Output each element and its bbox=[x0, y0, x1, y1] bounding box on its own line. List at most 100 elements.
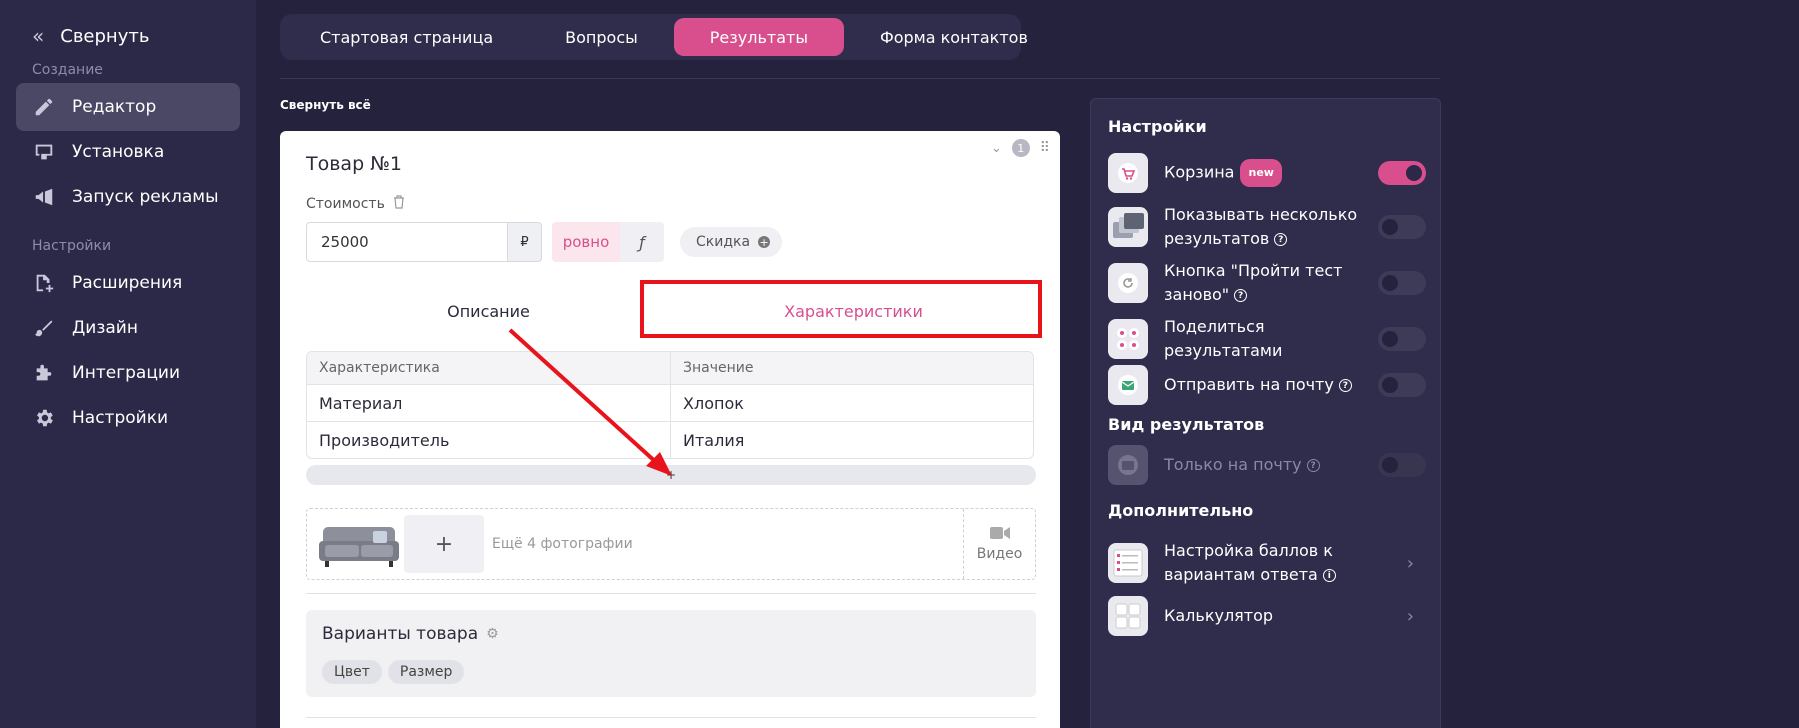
tab-questions[interactable]: Вопросы bbox=[529, 18, 674, 56]
table-cell[interactable]: Хлопок bbox=[670, 385, 1033, 421]
setting-restart-button: Кнопка "Пройти тест заново"? bbox=[1108, 253, 1426, 313]
sidebar-item-design[interactable]: Дизайн bbox=[16, 304, 240, 352]
setting-email-only: Только на почту? bbox=[1108, 445, 1426, 485]
drag-handle-icon[interactable]: ⠿ bbox=[1040, 140, 1050, 156]
calculator-icon bbox=[1108, 596, 1148, 636]
product-photo-thumbnail[interactable] bbox=[319, 515, 399, 573]
divider bbox=[306, 593, 1036, 594]
help-icon[interactable]: ? bbox=[1338, 379, 1352, 392]
help-icon[interactable]: ? bbox=[1234, 289, 1248, 302]
multiple-results-toggle[interactable] bbox=[1378, 215, 1426, 239]
tab-start-page[interactable]: Стартовая страница bbox=[284, 18, 529, 56]
sidebar-item-ads[interactable]: Запуск рекламы bbox=[16, 173, 240, 221]
megaphone-icon bbox=[32, 185, 56, 209]
subtab-description[interactable]: Описание bbox=[306, 281, 671, 341]
setting-label: Только на почту? bbox=[1164, 453, 1374, 477]
share-toggle[interactable] bbox=[1378, 327, 1426, 351]
email-only-icon bbox=[1108, 445, 1148, 485]
gear-icon[interactable]: ⚙ bbox=[486, 626, 499, 642]
setting-calculator[interactable]: Калькулятор › bbox=[1108, 596, 1426, 636]
divider bbox=[306, 717, 1036, 718]
sidebar-collapse-button[interactable]: « Свернуть bbox=[32, 24, 149, 48]
main-tabs: Стартовая страница Вопросы Результаты Фо… bbox=[280, 14, 1028, 60]
table-header-row: Характеристика Значение bbox=[307, 352, 1033, 384]
table-cell[interactable]: Производитель bbox=[307, 422, 670, 458]
variant-chip-color[interactable]: Цвет bbox=[322, 660, 382, 684]
install-icon bbox=[32, 140, 56, 164]
sidebar-item-label: Установка bbox=[72, 142, 165, 162]
email-icon bbox=[1108, 365, 1148, 405]
variants-title-row: Варианты товара ⚙ bbox=[322, 624, 499, 644]
price-label-row: Стоимость bbox=[306, 195, 405, 213]
sidebar-item-label: Расширения bbox=[72, 273, 183, 293]
email-only-toggle[interactable] bbox=[1378, 453, 1426, 477]
sidebar: « Свернуть Создание Редактор Установка З… bbox=[0, 0, 256, 728]
send-email-toggle[interactable] bbox=[1378, 373, 1426, 397]
variant-chip-size[interactable]: Размер bbox=[387, 660, 465, 684]
brush-icon bbox=[32, 316, 56, 340]
discount-button[interactable]: Скидка + bbox=[680, 227, 783, 257]
exact-price-button[interactable]: ровно bbox=[552, 222, 620, 262]
product-title[interactable]: Товар №1 bbox=[306, 153, 402, 175]
table-cell[interactable]: Италия bbox=[670, 422, 1033, 458]
table-row: Материал Хлопок bbox=[307, 384, 1033, 421]
formula-button[interactable]: ƒ bbox=[620, 222, 664, 262]
price-input[interactable]: 25000 bbox=[306, 222, 508, 262]
restart-icon bbox=[1108, 263, 1148, 303]
sidebar-item-editor[interactable]: Редактор bbox=[16, 83, 240, 131]
help-icon[interactable]: ? bbox=[1274, 233, 1288, 246]
pencil-icon bbox=[32, 95, 56, 119]
media-area: + Ещё 4 фотографии Видео bbox=[306, 508, 1036, 580]
divider bbox=[280, 78, 1440, 79]
sidebar-item-label: Редактор bbox=[72, 97, 157, 117]
sidebar-item-settings[interactable]: Настройки bbox=[16, 394, 240, 442]
setting-label-text: Настройка баллов к вариантам ответа bbox=[1164, 541, 1333, 584]
add-photo-button[interactable]: + bbox=[404, 515, 484, 573]
product-number-badge: 1 bbox=[1011, 139, 1030, 157]
add-row-button[interactable]: + bbox=[306, 465, 1036, 485]
setting-label-text: Кнопка "Пройти тест заново" bbox=[1164, 261, 1343, 304]
table-cell[interactable]: Материал bbox=[307, 385, 670, 421]
variants-title: Варианты товара bbox=[322, 624, 479, 644]
sidebar-item-label: Запуск рекламы bbox=[72, 187, 219, 207]
product-card: Товар №1 ⌄ 1 ⠿ Стоимость 25000 ₽ ровно ƒ… bbox=[280, 131, 1060, 728]
tab-results[interactable]: Результаты bbox=[673, 18, 844, 56]
plus-circle-icon: + bbox=[758, 235, 771, 249]
points-settings-icon bbox=[1108, 543, 1148, 583]
chevron-right-icon: › bbox=[1406, 552, 1414, 574]
video-upload-button[interactable]: Видео bbox=[963, 509, 1035, 579]
setting-label-text: Только на почту bbox=[1164, 455, 1302, 474]
setting-label-text: Показывать несколько результатов bbox=[1164, 205, 1358, 248]
setting-label: Отправить на почту? bbox=[1164, 373, 1374, 397]
help-icon[interactable]: ? bbox=[1306, 459, 1320, 472]
setting-label-text: Корзина bbox=[1164, 162, 1235, 182]
cart-toggle[interactable] bbox=[1378, 161, 1426, 185]
collapse-all-link[interactable]: Свернуть всё bbox=[280, 98, 371, 112]
new-badge: new bbox=[1240, 159, 1282, 187]
share-icon bbox=[1108, 319, 1148, 359]
restart-toggle[interactable] bbox=[1378, 271, 1426, 295]
characteristics-table: Характеристика Значение Материал Хлопок … bbox=[306, 351, 1034, 459]
sidebar-item-label: Дизайн bbox=[72, 318, 138, 338]
setting-label: Поделиться результатами bbox=[1164, 317, 1283, 360]
trash-icon[interactable] bbox=[393, 195, 405, 213]
settings-header: Настройки bbox=[1108, 117, 1207, 136]
setting-answer-points[interactable]: Настройка баллов к вариантам ответа i › bbox=[1108, 533, 1426, 593]
setting-send-email: Отправить на почту? bbox=[1108, 365, 1426, 405]
setting-share-results: Поделиться результатами bbox=[1108, 309, 1426, 369]
chevron-right-icon: › bbox=[1406, 605, 1414, 627]
price-row: 25000 ₽ ровно ƒ Скидка + bbox=[306, 222, 783, 262]
video-label: Видео bbox=[976, 546, 1023, 562]
sidebar-item-integrations[interactable]: Интеграции bbox=[16, 349, 240, 397]
sidebar-item-extensions[interactable]: Расширения bbox=[16, 259, 240, 307]
info-icon[interactable]: i bbox=[1322, 569, 1336, 582]
chevron-down-icon[interactable]: ⌄ bbox=[991, 141, 1002, 156]
sidebar-item-install[interactable]: Установка bbox=[16, 128, 240, 176]
multiple-results-icon bbox=[1108, 207, 1148, 247]
discount-label: Скидка bbox=[696, 234, 751, 250]
setting-label: Кнопка "Пройти тест заново"? bbox=[1164, 259, 1374, 307]
sidebar-collapse-label: Свернуть bbox=[60, 25, 150, 47]
currency-label: ₽ bbox=[508, 222, 542, 262]
more-photos-label: Ещё 4 фотографии bbox=[492, 536, 633, 552]
tab-contact-form[interactable]: Форма контактов bbox=[844, 18, 1064, 56]
